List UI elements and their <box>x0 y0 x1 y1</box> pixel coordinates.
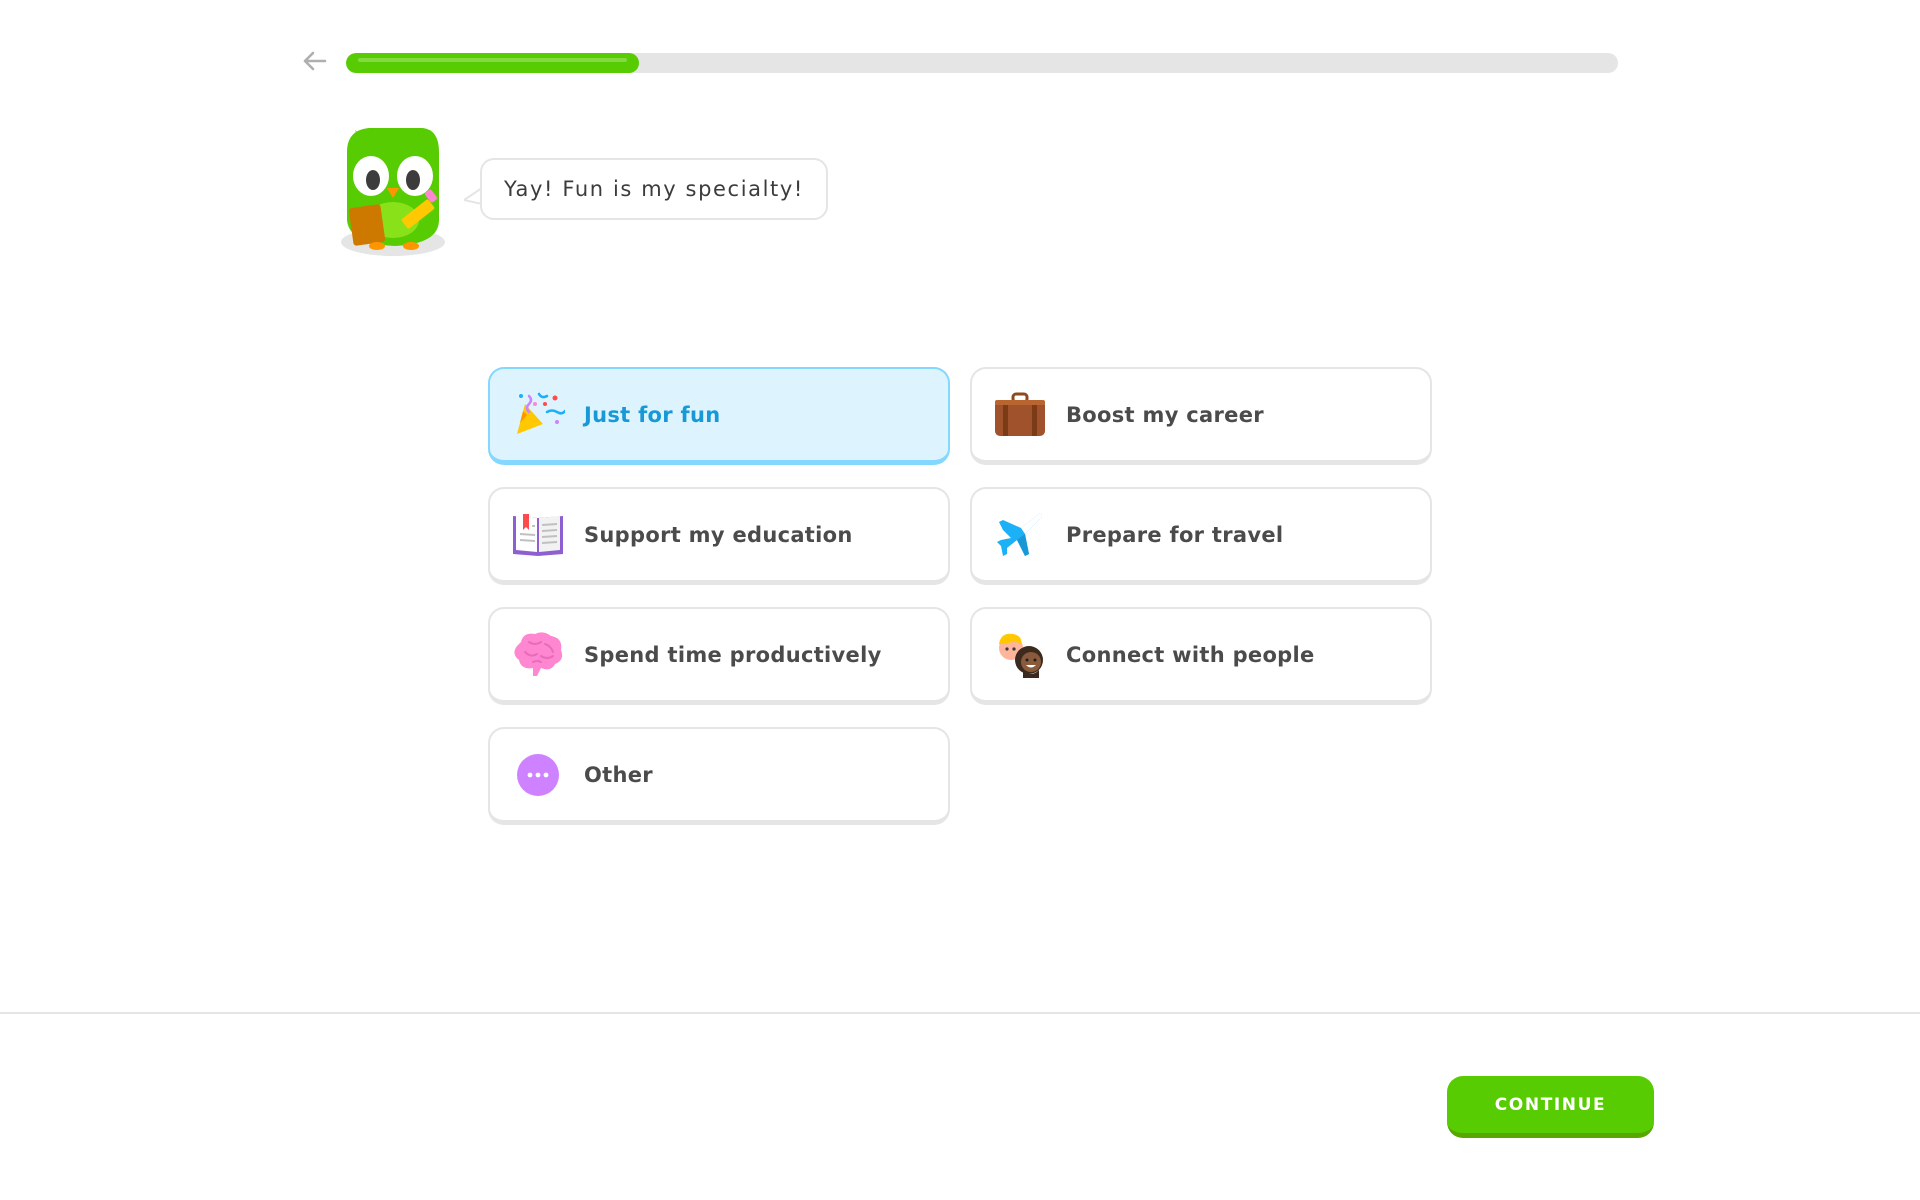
more-dots-icon <box>510 747 566 803</box>
option-prepare-for-travel[interactable]: Prepare for travel <box>970 487 1432 585</box>
onboarding-page: Yay! Fun is my specialty! Just for fun B… <box>0 0 1920 1200</box>
option-connect-with-people[interactable]: Connect with people <box>970 607 1432 705</box>
option-label: Prepare for travel <box>1066 522 1284 547</box>
brain-icon <box>510 627 566 683</box>
speech-bubble: Yay! Fun is my specialty! <box>480 158 828 220</box>
continue-button[interactable]: CONTINUE <box>1447 1076 1654 1138</box>
airplane-icon <box>992 507 1048 563</box>
option-label: Support my education <box>584 522 853 547</box>
option-label: Other <box>584 762 653 787</box>
option-label: Spend time productively <box>584 642 882 667</box>
speech-bubble-text: Yay! Fun is my specialty! <box>504 177 804 201</box>
option-spend-time-productively[interactable]: Spend time productively <box>488 607 950 705</box>
progress-bar-fill <box>346 53 639 73</box>
party-popper-icon <box>510 387 566 443</box>
option-support-my-education[interactable]: Support my education <box>488 487 950 585</box>
arrow-left-icon <box>303 51 327 71</box>
motivation-options: Just for fun Boost my career Support my … <box>488 367 1434 825</box>
progress-bar <box>346 53 1618 73</box>
briefcase-icon <box>992 387 1048 443</box>
option-label: Just for fun <box>584 402 721 427</box>
footer-divider <box>0 1012 1920 1014</box>
option-other[interactable]: Other <box>488 727 950 825</box>
continue-button-label: CONTINUE <box>1494 1094 1607 1115</box>
people-icon <box>992 627 1048 683</box>
open-book-icon <box>510 507 566 563</box>
option-label: Boost my career <box>1066 402 1264 427</box>
back-button[interactable] <box>300 46 330 76</box>
option-just-for-fun[interactable]: Just for fun <box>488 367 950 465</box>
owl-mascot-icon <box>341 128 445 256</box>
option-label: Connect with people <box>1066 642 1315 667</box>
option-boost-my-career[interactable]: Boost my career <box>970 367 1432 465</box>
